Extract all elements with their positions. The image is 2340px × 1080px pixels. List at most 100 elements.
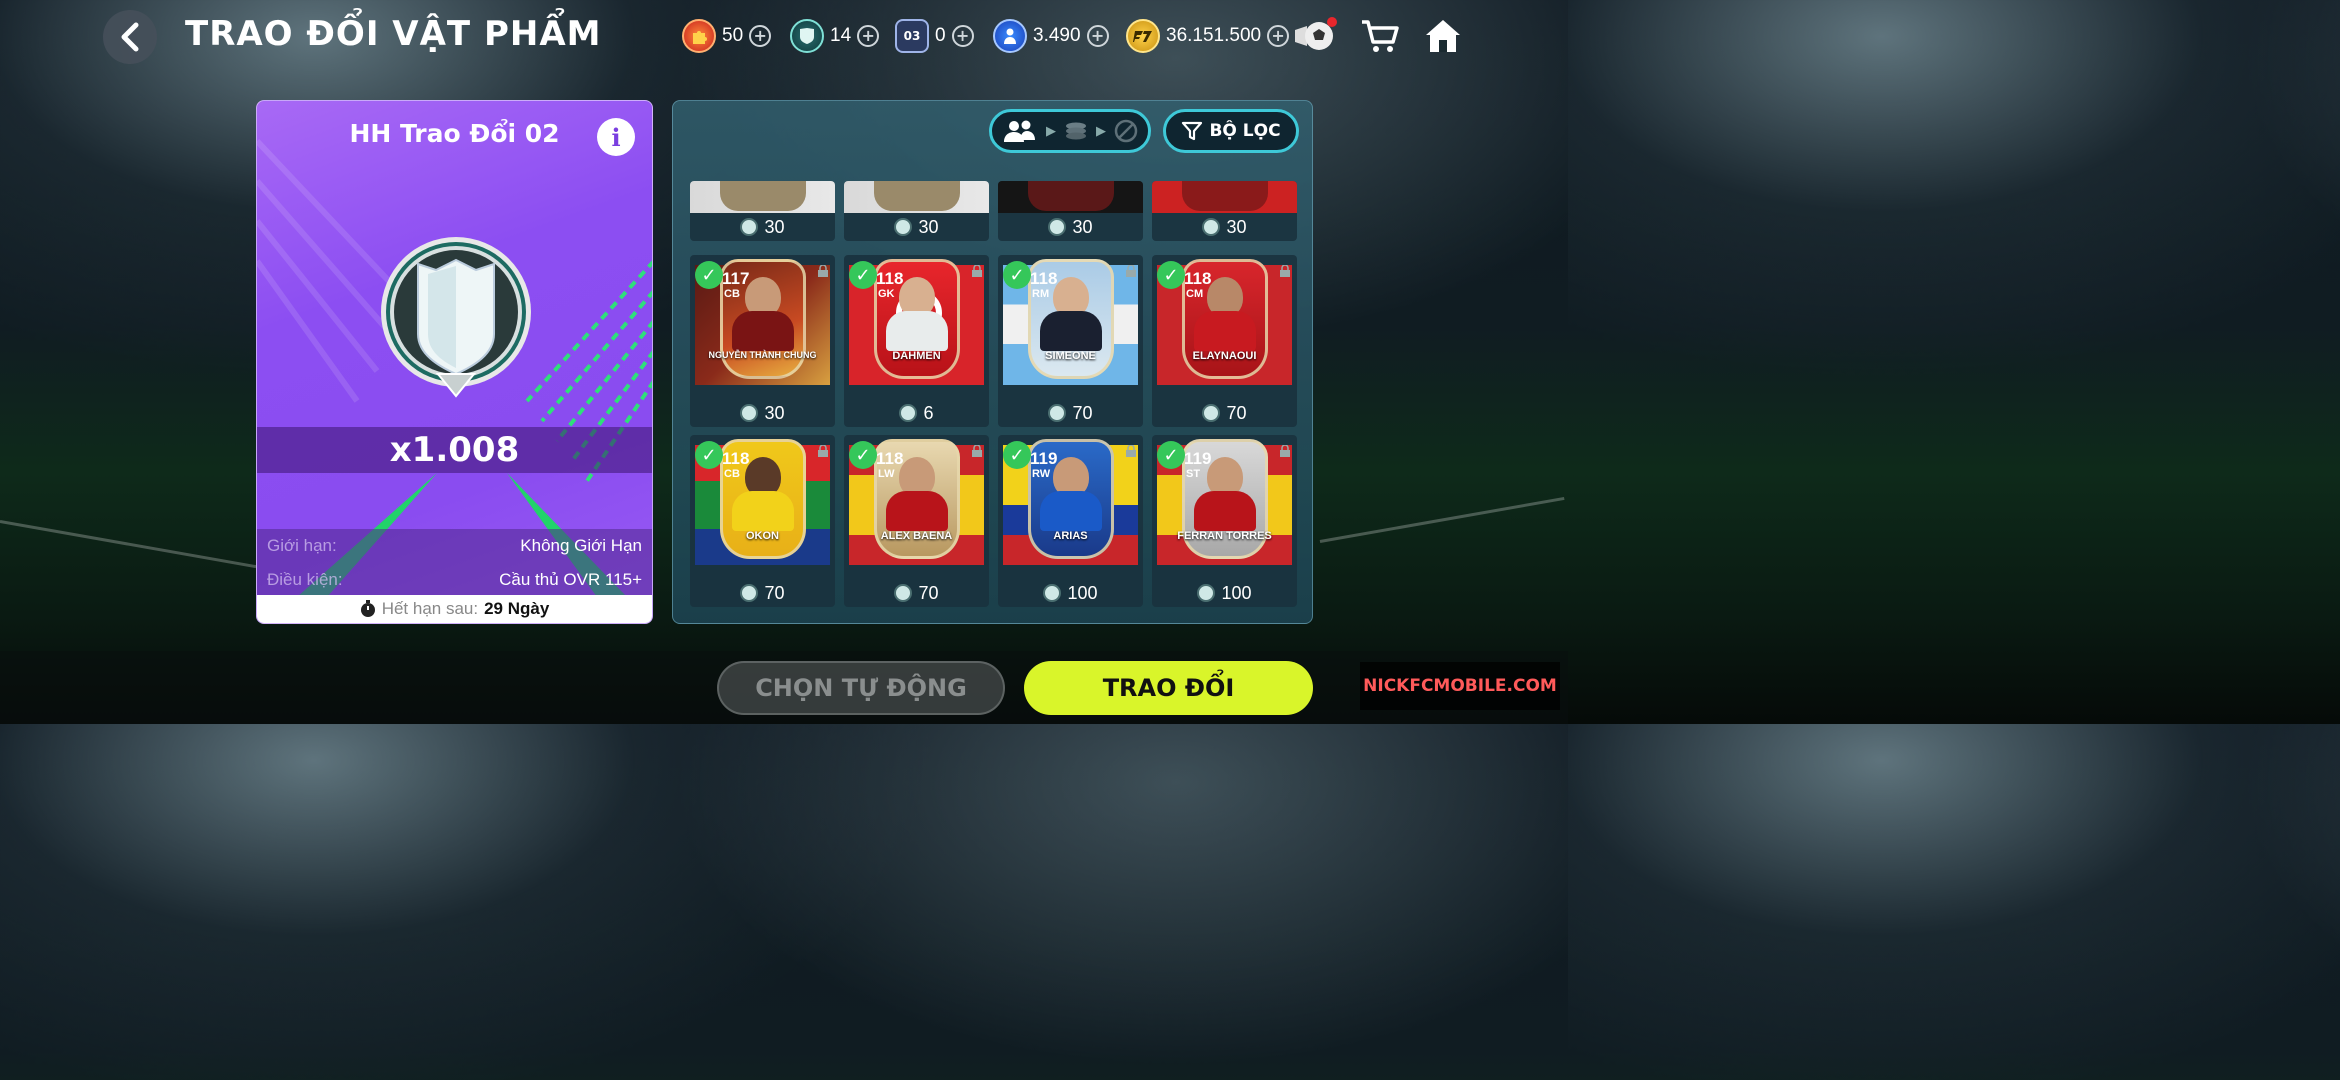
cart-icon [1362,20,1399,52]
player-ovr: 119 [1184,449,1212,468]
shop-button[interactable] [1358,14,1402,58]
player-ovr: 118 [1030,269,1058,288]
shield-token-icon [1197,584,1216,602]
currency-value: 0 [935,25,946,46]
cost-tag: 70 [690,579,835,607]
cost-tag: 100 [998,579,1143,607]
limit-row: Giới hạn: Không Giới Hạn [267,533,642,559]
auto-select-button[interactable]: CHỌN TỰ ĐỘNG [717,661,1005,715]
lock-icon [1280,445,1290,457]
trade-button[interactable]: TRAO ĐỔI [1024,661,1313,715]
sort-toggle[interactable]: ▶ ▶ [989,109,1151,153]
coins-icon [1066,122,1086,140]
limit-label: Giới hạn: [267,536,337,555]
player-card[interactable]: ✓ 119 RW ARIAS 100 [998,435,1143,607]
player-card[interactable]: ✓ 117 CB NGUYỄN THÀNH CHUNG 30 [690,255,835,427]
pitch-line [0,520,257,569]
player-position: CB [724,288,740,300]
add-currency-button[interactable]: + [857,25,880,47]
info-button[interactable]: i [597,118,635,156]
players-panel: ▶ ▶ BỘ LỌC 30 30 30 30 ✓ 117 CB NGUYỄN T… [672,100,1313,624]
puzzle-token-icon [682,19,716,53]
currency-shield: 14 + [790,17,880,55]
currency-fc-points: 36.151.500 + [1126,17,1290,55]
condition-label: Điều kiện: [267,570,343,589]
limit-value: Không Giới Hạn [520,536,642,555]
player-position: GK [878,288,895,300]
filter-label: BỘ LỌC [1209,121,1281,141]
cost-tag: 100 [1152,579,1297,607]
lock-icon [1126,445,1136,457]
player-position: CB [724,468,740,480]
player-kit [732,491,794,531]
player-card[interactable]: ✓ 118 CB OKON 70 [690,435,835,607]
lock-icon [1280,265,1290,277]
player-position: ST [1186,468,1201,480]
player-name: ALEX BAENA [880,530,953,542]
currency-card: 03 0 + [895,17,974,55]
lock-icon [818,445,828,457]
player-card[interactable]: 30 [998,181,1143,241]
player-card[interactable]: ✓ 119 ST FERRAN TORRES 100 [1152,435,1297,607]
selected-check-icon: ✓ [695,261,723,289]
expire-bar: Hết hạn sau: 29 Ngày [257,595,652,623]
shield-badge-icon [378,234,534,399]
home-button[interactable] [1421,14,1465,58]
player-card[interactable]: ✓ 118 GK DAHMEN 6 [844,255,989,427]
shield-token-icon [1202,404,1221,422]
ball-menu-button[interactable] [1293,14,1337,58]
player-position: RW [1032,468,1051,480]
selected-check-icon: ✓ [1003,441,1031,469]
expire-value: 29 Ngày [484,599,550,618]
player-kit [1040,491,1102,531]
player-card[interactable]: 30 [1152,181,1297,241]
selected-check-icon: ✓ [1157,261,1185,289]
shield-token-icon [894,218,913,236]
player-card[interactable]: ✓ 118 RM SIMEONE 70 [998,255,1143,427]
player-name: ARIAS [1053,530,1088,542]
player-kit [1040,311,1102,351]
selected-check-icon: ✓ [1157,441,1185,469]
cost-tag: 30 [1152,213,1297,241]
back-button[interactable] [103,10,157,64]
add-currency-button[interactable]: + [1267,25,1290,47]
cost-tag: 30 [690,213,835,241]
player-card[interactable]: ✓ 118 CM ELAYNAOUI 70 [1152,255,1297,427]
players-icon [1004,120,1035,142]
cost-tag: 30 [844,213,989,241]
player-name: SIMEONE [1045,350,1096,362]
player-kit [732,311,794,351]
currency-value: 14 [830,25,852,46]
player-kit [1194,491,1256,531]
shield-token-icon [894,584,913,602]
selected-check-icon: ✓ [849,441,877,469]
player-kit [886,491,948,531]
currency-value: 50 [722,25,744,46]
cost-tag: 70 [998,399,1143,427]
home-icon [1426,20,1460,52]
lock-icon [818,265,828,277]
player-card[interactable]: 30 [690,181,835,241]
condition-row: Điều kiện: Cầu thủ OVR 115+ [267,567,642,593]
cost-tag: 30 [690,399,835,427]
filter-button[interactable]: BỘ LỌC [1163,109,1299,153]
player-ovr: 117 [722,269,750,288]
shield-token-icon [899,404,918,422]
cost-tag: 70 [844,579,989,607]
player-card[interactable]: 30 [844,181,989,241]
player-ovr: 118 [1184,269,1212,288]
offer-title: HH Trao Đổi 02 [349,119,560,148]
add-currency-button[interactable]: + [951,25,974,47]
cost-tag: 30 [998,213,1143,241]
no-ball-icon [1114,119,1138,143]
chevron-right-icon: ▶ [1096,123,1106,139]
add-currency-button[interactable]: + [1086,25,1109,47]
add-currency-button[interactable]: + [749,25,772,47]
player-position: LW [878,468,895,480]
shield-token-icon [740,404,759,422]
currency-value: 36.151.500 [1166,25,1262,46]
player-card[interactable]: ✓ 118 LW ALEX BAENA 70 [844,435,989,607]
player-kit [1194,311,1256,351]
selected-check-icon: ✓ [1003,261,1031,289]
chevron-right-icon: ▶ [1046,123,1056,139]
